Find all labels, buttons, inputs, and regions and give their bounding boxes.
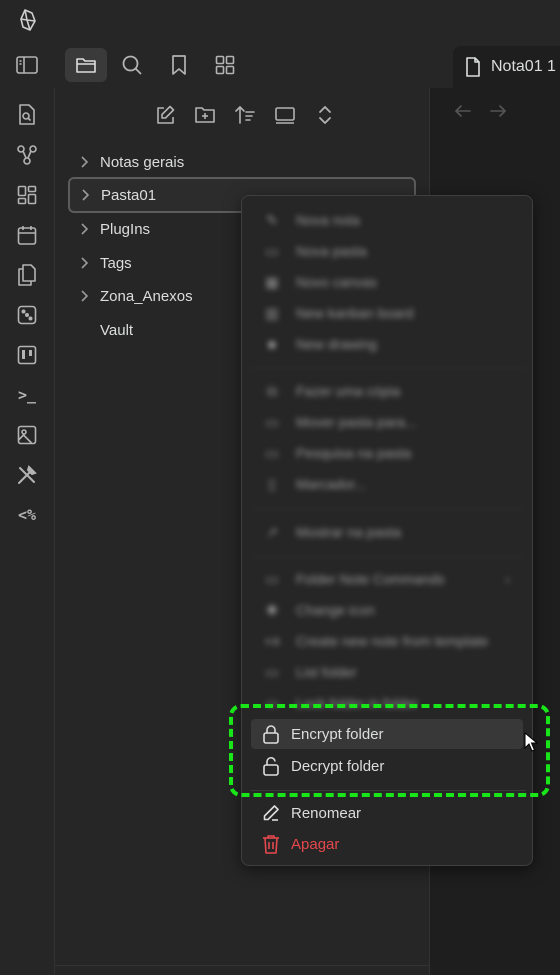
title-bar: [0, 0, 560, 42]
search-icon[interactable]: [111, 48, 153, 82]
menu-item-label: Renomear: [291, 804, 362, 822]
menu-item-change-icon[interactable]: ✱ Change icon: [252, 595, 524, 625]
blurred-menu-section: ✎ Nova nota ▭ Nova pasta ▦ Novo canvas ▥ New…: [242, 196, 532, 716]
menu-item-list-folder[interactable]: ▭ List folder: [252, 657, 524, 687]
chevron-right-icon: ›: [505, 571, 510, 587]
calendar-icon[interactable]: [14, 222, 40, 248]
star-icon: ✱: [266, 601, 278, 618]
new-folder-icon[interactable]: [190, 102, 220, 128]
menu-item-label: Apagar: [291, 835, 340, 853]
tools-icon[interactable]: [14, 462, 40, 488]
menu-item-folder-note-commands[interactable]: ▭ Folder Note Commands ›: [252, 564, 524, 594]
tree-item-notas-gerais[interactable]: Notas gerais: [69, 146, 415, 178]
menu-separator: [250, 368, 526, 369]
folder-icon[interactable]: [65, 48, 107, 82]
trash-icon: [259, 834, 283, 854]
menu-item-nova-nota[interactable]: ✎ Nova nota: [252, 205, 524, 235]
templater-icon[interactable]: <%: [14, 502, 40, 528]
canvas-icon: ▦: [265, 273, 279, 290]
tree-item-label: PlugIns: [100, 220, 151, 238]
kanban-icon: ▥: [265, 304, 279, 321]
pencil-icon: [259, 804, 283, 822]
menu-item-new-drawing[interactable]: ■ New drawing: [252, 329, 524, 359]
layout-icon[interactable]: [14, 182, 40, 208]
menu-item-mover-pasta[interactable]: ▭ Mover pasta para...: [252, 407, 524, 437]
chevron-right-icon: [69, 290, 99, 302]
terminal-icon[interactable]: >_: [14, 382, 40, 408]
expand-collapse-icon[interactable]: [310, 102, 340, 128]
chevron-right-icon: [69, 257, 99, 269]
mouse-cursor-icon: [524, 732, 538, 752]
forward-arrow-icon[interactable]: [485, 100, 511, 122]
dice-icon[interactable]: [14, 302, 40, 328]
sort-icon[interactable]: [230, 102, 260, 128]
tab-nota01[interactable]: Nota01 1: [453, 46, 560, 88]
chevron-right-icon: [69, 223, 99, 235]
tree-item-label: Notas gerais: [100, 153, 185, 171]
folder-plus-icon: ▭: [265, 242, 279, 259]
menu-separator: [250, 508, 526, 509]
graph-icon[interactable]: [14, 142, 40, 168]
collapse-icon[interactable]: [270, 102, 300, 128]
file-icon: [466, 57, 480, 77]
copy-icon: ⧉: [267, 382, 277, 399]
bookmark-icon: ▯: [268, 475, 276, 492]
tab-label: Nota01 1: [491, 58, 556, 75]
menu-item-fazer-copia[interactable]: ⧉ Fazer uma cópia: [252, 376, 524, 406]
file-search-icon[interactable]: [14, 102, 40, 128]
copy-icon[interactable]: [14, 262, 40, 288]
edit-icon: ✎: [266, 211, 278, 228]
move-icon: ▭: [265, 413, 279, 430]
chevron-right-icon: [70, 189, 100, 201]
highlight-annotation: [229, 704, 550, 797]
bookmark-icon[interactable]: [158, 48, 200, 82]
obsidian-logo-icon: [20, 9, 36, 31]
menu-item-apagar[interactable]: Apagar: [251, 829, 523, 859]
tree-item-label: Vault: [100, 321, 134, 339]
list-folder-icon: ▭: [265, 663, 279, 680]
menu-separator: [250, 556, 526, 557]
menu-item-create-from-template[interactable]: +≡ Create new note from template: [252, 626, 524, 656]
menu-item-novo-canvas[interactable]: ▦ Novo canvas: [252, 267, 524, 297]
menu-item-renomear[interactable]: Renomear: [251, 798, 523, 828]
menu-item-marcador[interactable]: ▯ Marcador...: [252, 469, 524, 499]
folder-note-icon: ▭: [265, 570, 279, 587]
search-folder-icon: ▭: [265, 444, 279, 461]
image-icon[interactable]: [14, 422, 40, 448]
menu-item-mostrar-pasta[interactable]: ↗ Mostrar na pasta: [252, 517, 524, 547]
tree-item-label: Zona_Anexos: [100, 287, 193, 305]
tree-item-label: Pasta01: [101, 186, 157, 204]
menu-item-nova-pasta[interactable]: ▭ Nova pasta: [252, 236, 524, 266]
template-icon: +≡: [263, 633, 281, 649]
left-ribbon: >_ <%: [0, 88, 55, 975]
kanban-icon[interactable]: [14, 342, 40, 368]
drawing-icon: ■: [267, 336, 277, 352]
grid-icon[interactable]: [204, 48, 246, 82]
menu-item-pesquisa[interactable]: ▭ Pesquisa na pasta: [252, 438, 524, 468]
sidebar-toggle-icon[interactable]: [6, 48, 48, 82]
back-arrow-icon[interactable]: [450, 100, 476, 122]
explorer-toolbar: [150, 102, 340, 128]
new-note-icon[interactable]: [150, 102, 180, 128]
tab-bar: Nota01 1: [0, 42, 560, 88]
tree-item-label: Tags: [100, 254, 132, 272]
explorer-footer: [55, 965, 430, 975]
chevron-right-icon: [69, 156, 99, 168]
menu-item-new-kanban[interactable]: ▥ New kanban board: [252, 298, 524, 328]
reveal-icon: ↗: [266, 523, 278, 540]
